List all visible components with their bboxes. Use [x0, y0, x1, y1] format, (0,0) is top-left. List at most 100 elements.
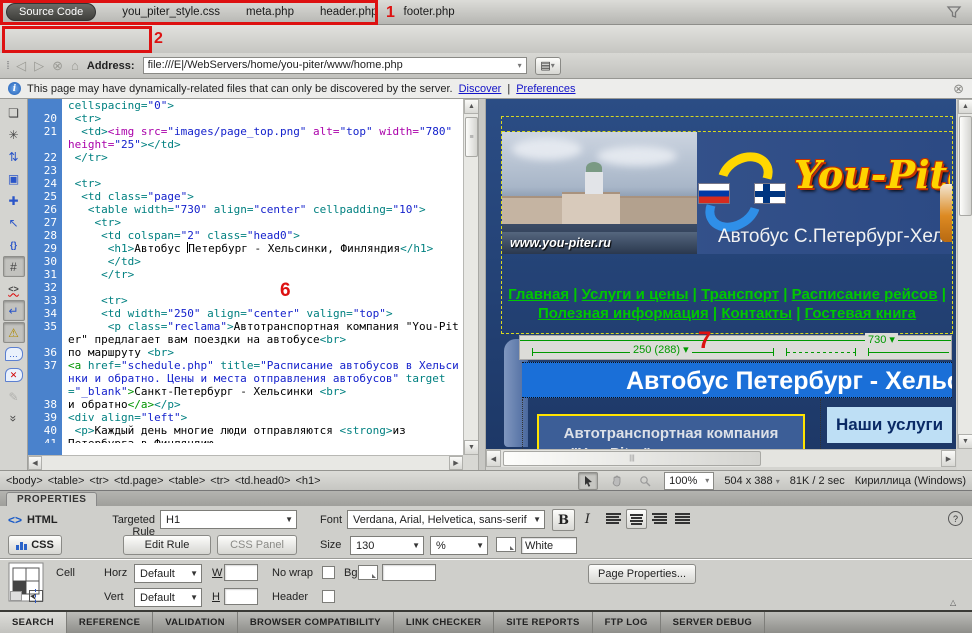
zoom-tool-icon[interactable] — [636, 473, 654, 489]
html-mode-button[interactable]: HTML — [27, 514, 58, 526]
site-header-image[interactable]: www.you-piter.ru You-Piter Автобус С.Пет… — [502, 132, 952, 254]
zoom-level-select[interactable]: 100%▾ — [664, 472, 714, 490]
design-scroll-left-icon[interactable]: ◀ — [486, 450, 501, 467]
cell-width-input[interactable] — [224, 564, 258, 581]
related-file-tab[interactable]: header.php — [320, 6, 378, 18]
code-line[interactable]: 27 <tr> — [28, 216, 463, 229]
split-view-divider[interactable] — [478, 99, 486, 470]
code-line[interactable]: 38и обратно</a></p> — [28, 398, 463, 411]
table-width-menu[interactable]: 730 ▾ — [865, 333, 898, 346]
table-width-bar[interactable]: 730 ▾ 250 (288) ▾ — [519, 335, 952, 360]
vert-select[interactable]: Default▼ — [134, 588, 202, 607]
page-heading-h1[interactable]: Автобус Петербург - Хельсин — [522, 362, 952, 398]
tag-selector-item[interactable]: <tr> — [210, 475, 230, 487]
window-size-select[interactable]: 504 x 388 ▾ — [724, 475, 779, 487]
css-mode-button[interactable]: CSS — [8, 535, 62, 555]
tag-selector-item[interactable]: <tr> — [89, 475, 109, 487]
related-file-tab[interactable]: meta.php — [246, 6, 294, 18]
code-navigator-icon[interactable]: ✳ — [3, 124, 25, 145]
design-scroll-up-icon[interactable]: ▲ — [958, 99, 972, 114]
scroll-left-icon[interactable]: ◀ — [28, 456, 42, 470]
highlight-invalid-code-icon[interactable]: <> — [3, 278, 25, 299]
results-tab[interactable]: LINK CHECKER — [394, 612, 494, 633]
nav-link[interactable]: Главная — [508, 286, 569, 303]
nav-link[interactable]: Контакты — [721, 305, 792, 322]
code-line[interactable]: 40 <p>Каждый день многие люди отправляют… — [28, 424, 463, 437]
code-line[interactable]: 21 <td><img src="images/page_top.png" al… — [28, 125, 463, 151]
close-infobar-icon[interactable]: ⊗ — [953, 81, 964, 97]
tag-selector-item[interactable]: <table> — [169, 475, 206, 487]
results-tab[interactable]: SERVER DEBUG — [661, 612, 765, 633]
code-view[interactable]: cellspacing="0">20 <tr>21 <td><img src="… — [28, 99, 478, 470]
results-tab[interactable]: FTP LOG — [593, 612, 661, 633]
code-line[interactable]: 22 </tr> — [28, 151, 463, 164]
code-line[interactable]: 35 <p class="reclama">Автотранспортная к… — [28, 320, 463, 346]
bg-color-swatch[interactable] — [358, 565, 378, 580]
results-tab[interactable]: REFERENCE — [67, 612, 153, 633]
design-view[interactable]: www.you-piter.ru You-Piter Автобус С.Пет… — [486, 99, 972, 470]
code-vertical-scrollbar[interactable]: ▲ ≡ ▼ — [463, 99, 478, 455]
code-horizontal-scrollbar[interactable]: ◀ ▶ — [28, 455, 463, 470]
align-left-button[interactable] — [603, 509, 624, 529]
home-icon[interactable]: ⌂ — [71, 58, 79, 73]
layout-table-outline[interactable]: www.you-piter.ru You-Piter Автобус С.Пет… — [501, 116, 953, 334]
related-file-tab[interactable]: footer.php — [404, 6, 455, 18]
view-options-button[interactable]: ▤▾ — [535, 57, 561, 75]
source-code-tab[interactable]: Source Code — [6, 3, 96, 21]
nav-link[interactable]: Расписание рейсов — [792, 286, 938, 303]
scroll-right-icon[interactable]: ▶ — [449, 456, 463, 470]
design-scroll-down-icon[interactable]: ▼ — [958, 434, 972, 449]
apply-comment-icon[interactable]: … — [5, 347, 23, 361]
code-line[interactable]: cellspacing="0"> — [28, 99, 463, 112]
code-line[interactable]: 28 <td colspan="2" class="head0"> — [28, 229, 463, 242]
design-hscroll-thumb[interactable]: ||| — [503, 451, 761, 466]
balance-braces-icon[interactable]: {} — [3, 234, 25, 255]
code-line[interactable]: 26 <table width="730" align="center" cel… — [28, 203, 463, 216]
tag-selector-item[interactable]: <td.head0> — [235, 475, 291, 487]
nav-link[interactable]: Гостевая книга — [805, 305, 916, 322]
code-line[interactable]: 41Петербурга в Финляндию — [28, 437, 463, 443]
services-heading[interactable]: Наши услуги — [827, 407, 952, 443]
word-wrap-icon[interactable]: ↵ — [3, 300, 25, 321]
nav-link[interactable]: Полезная информация — [538, 305, 709, 322]
bold-button[interactable]: B — [552, 509, 575, 531]
text-color-swatch[interactable] — [496, 537, 516, 552]
table-empty-row[interactable] — [502, 117, 952, 132]
header-checkbox[interactable] — [322, 590, 335, 603]
align-center-button[interactable] — [626, 509, 647, 529]
back-icon[interactable]: ◁ — [16, 58, 26, 74]
code-line[interactable]: 30 </td> — [28, 255, 463, 268]
bg-color-input[interactable] — [382, 564, 436, 581]
css-panel-button[interactable]: CSS Panel — [217, 535, 297, 555]
nav-link[interactable]: Услуги и цены — [582, 286, 689, 303]
font-select[interactable]: Verdana, Arial, Helvetica, sans-serif▼ — [347, 510, 545, 529]
design-horizontal-scrollbar[interactable]: ◀ ||| ▶ — [486, 449, 956, 467]
select-tool-icon[interactable] — [578, 472, 598, 490]
nav-link[interactable]: Транспорт — [701, 286, 779, 303]
results-tab[interactable]: SITE REPORTS — [494, 612, 592, 633]
indent-icon[interactable]: ✎ — [3, 386, 25, 407]
tag-selector-item[interactable]: <td.page> — [114, 475, 164, 487]
code-line[interactable]: 31 </tr> — [28, 268, 463, 281]
address-input[interactable]: file:///E|/WebServers/home/you-piter/www… — [143, 57, 527, 74]
code-line[interactable]: 37<a href="schedule.php" title="Расписан… — [28, 359, 463, 398]
scroll-down-icon[interactable]: ▼ — [464, 440, 479, 455]
syntax-error-alerts-icon[interactable]: ⚠ — [3, 322, 25, 343]
cell-height-input[interactable] — [224, 588, 258, 605]
forward-icon[interactable]: ▷ — [34, 58, 44, 74]
merge-cells-icon[interactable] — [8, 589, 24, 603]
code-line[interactable]: 25 <td class="page"> — [28, 190, 463, 203]
html-mode-icon[interactable]: <> — [8, 513, 22, 527]
hand-tool-icon[interactable] — [608, 473, 626, 489]
remove-comment-icon[interactable]: ✕ — [5, 368, 23, 382]
code-line[interactable]: 23 — [28, 164, 463, 177]
code-line[interactable]: 39<div align="left"> — [28, 411, 463, 424]
size-unit-select[interactable]: %▼ — [430, 536, 488, 555]
discover-link[interactable]: Discover — [459, 83, 502, 95]
filter-icon[interactable] — [946, 4, 962, 20]
code-line[interactable]: 32 — [28, 281, 463, 294]
code-line[interactable]: 24 <tr> — [28, 177, 463, 190]
design-scroll-right-icon[interactable]: ▶ — [941, 450, 956, 467]
results-tab[interactable]: SEARCH — [0, 612, 67, 633]
design-vscroll-thumb[interactable] — [959, 116, 972, 216]
